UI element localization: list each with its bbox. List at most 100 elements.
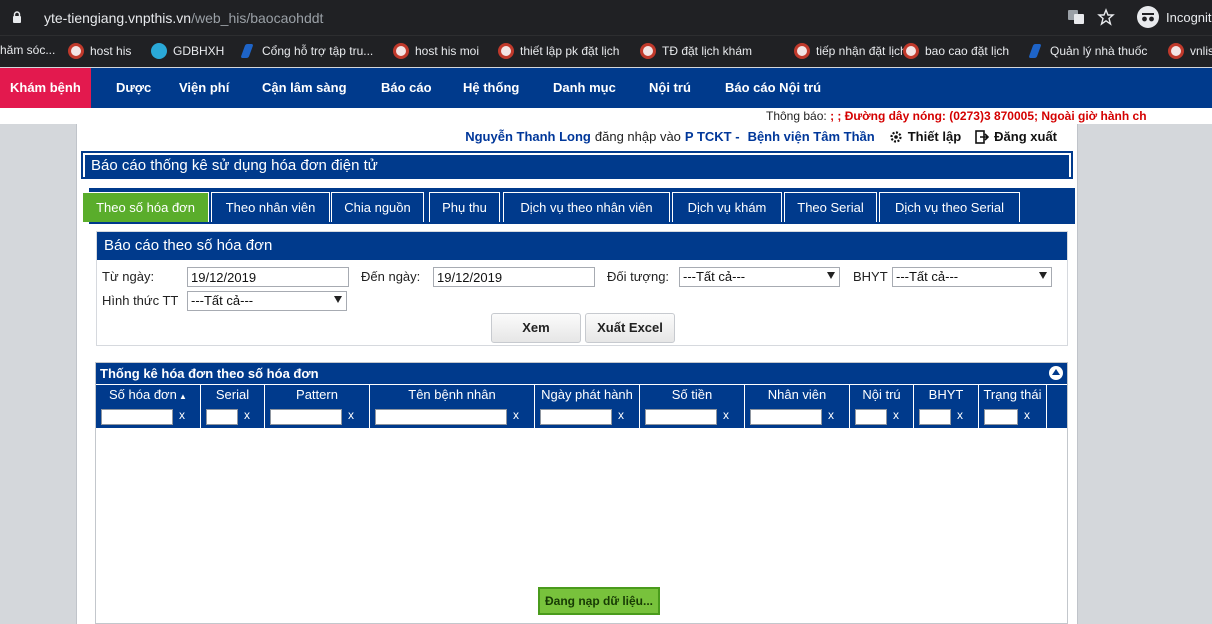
filter-input-serial[interactable] (206, 409, 238, 425)
tab-theo-so-hoa-don[interactable]: Theo số hóa đơn (82, 192, 209, 222)
tab-theo-nhan-vien[interactable]: Theo nhân viên (211, 192, 330, 222)
tab-dich-vu-kham[interactable]: Dịch vụ khám (672, 192, 782, 222)
column-header-ten-benh-nhan[interactable]: Tên bệnh nhân (370, 385, 535, 405)
view-button[interactable]: Xem (491, 313, 581, 343)
incognito-label: Incognito (1166, 10, 1212, 25)
column-header-label: Nội trú (862, 387, 901, 402)
bookmark-thiet-lap-pk-dat-lich[interactable]: thiết lập pk đặt lịch (498, 43, 619, 59)
column-header-label: Pattern (296, 387, 338, 402)
filter-input-pattern[interactable] (270, 409, 342, 425)
tab-phu-thu[interactable]: Phụ thu (429, 192, 500, 222)
tab-dich-vu-theo-nhan-vien[interactable]: Dịch vụ theo nhân viên (503, 192, 670, 222)
bookmark-td-dat-lich-kham[interactable]: TĐ đặt lịch khám (640, 43, 752, 59)
nav-vien-phi[interactable]: Viện phí (179, 68, 229, 108)
settings-button[interactable]: Thiết lập (889, 129, 961, 144)
url-host: yte-tiengiang.vnpthis.vn (44, 10, 192, 26)
column-header-noi-tru[interactable]: Nội trú (850, 385, 914, 405)
bookmark-quan-ly-nha-thuoc[interactable]: Quản lý nhà thuốc (1028, 43, 1147, 59)
user-name: Nguyễn Thanh Long (465, 129, 591, 144)
bookmark-favicon-icon (1028, 43, 1044, 59)
nav-kham-benh[interactable]: Khám bệnh (0, 68, 91, 108)
browser-address-bar[interactable]: yte-tiengiang.vnpthis.vn/web_his/baocaoh… (0, 0, 1212, 35)
nav-duoc[interactable]: Dược (116, 68, 151, 108)
payment-label: Hình thức TT (102, 293, 179, 308)
clear-filter-icon[interactable]: x (723, 408, 729, 422)
filter-cell: x (850, 405, 914, 428)
clear-filter-icon[interactable]: x (618, 408, 624, 422)
url-text[interactable]: yte-tiengiang.vnpthis.vn/web_his/baocaoh… (44, 10, 323, 26)
bookmark-label: host his (90, 44, 132, 58)
filter-input-ngay-phat-hanh[interactable] (540, 409, 612, 425)
payment-select[interactable]: ---Tất cả--- (187, 291, 347, 311)
filter-input-bhyt[interactable] (919, 409, 951, 425)
grid-caption: Thống kê hóa đơn theo số hóa đơn (96, 363, 1067, 384)
chevron-down-icon (334, 296, 342, 303)
clear-filter-icon[interactable]: x (348, 408, 354, 422)
column-header-label: Số hóa đơn (109, 387, 177, 402)
tab-chia-nguon[interactable]: Chia nguồn (331, 192, 424, 222)
to-date-input[interactable] (433, 267, 595, 287)
from-date-input[interactable] (187, 267, 349, 287)
filter-input-so-tien[interactable] (645, 409, 717, 425)
column-header-serial[interactable]: Serial (201, 385, 265, 405)
filter-cell: x (535, 405, 640, 428)
bookmark-host-his[interactable]: host his (68, 43, 131, 59)
incognito-icon[interactable] (1137, 6, 1159, 28)
bookmark-vnlis[interactable]: vnlis (1168, 43, 1212, 59)
bookmark-favicon-icon (1168, 43, 1184, 59)
dept-name: P TCKT - (684, 129, 740, 144)
clear-filter-icon[interactable]: x (957, 408, 963, 422)
nav-noi-tru[interactable]: Nội trú (649, 68, 691, 108)
collapse-icon[interactable] (1049, 366, 1063, 380)
column-header-so-hoa-don[interactable]: Số hóa đơn ▲ (96, 385, 201, 405)
page-title-bar: Báo cáo thống kê sử dụng hóa đơn điện tử (81, 151, 1073, 179)
clear-filter-icon[interactable]: x (828, 408, 834, 422)
url-path: /web_his/baocaohddt (191, 10, 324, 26)
bookmark-cong-ho-tro-tap-tru[interactable]: Cổng hỗ trợ tập tru... (240, 43, 373, 59)
user-line: Nguyễn Thanh Long đăng nhập vào P TCKT -… (465, 129, 1057, 144)
column-header-trang-thai[interactable]: Trạng thái (979, 385, 1047, 405)
tab-theo-serial[interactable]: Theo Serial (784, 192, 877, 222)
clear-filter-icon[interactable]: x (179, 408, 185, 422)
bookmark-host-his-moi[interactable]: host his moi (393, 43, 479, 59)
nav-bao-cao[interactable]: Báo cáo (381, 68, 432, 108)
clear-filter-icon[interactable]: x (244, 408, 250, 422)
bookmark-gdbhxh[interactable]: GDBHXH (151, 43, 224, 59)
clear-filter-icon[interactable]: x (513, 408, 519, 422)
column-header-nhan-vien[interactable]: Nhân viên (745, 385, 850, 405)
bookmark-label: GDBHXH (173, 44, 225, 58)
column-header-pattern[interactable]: Pattern (265, 385, 370, 405)
filter-input-noi-tru[interactable] (855, 409, 887, 425)
object-label: Đối tượng: (607, 269, 670, 284)
bhyt-label: BHYT (853, 269, 888, 284)
bookmark-favicon-icon (68, 43, 84, 59)
bhyt-select[interactable]: ---Tất cả--- (892, 267, 1052, 287)
filter-input-nhan-vien[interactable] (750, 409, 822, 425)
clear-filter-icon[interactable]: x (893, 408, 899, 422)
bookmark-bao-cao-dat-lich[interactable]: bao cao đặt lịch (903, 43, 1009, 59)
translate-icon[interactable] (1067, 8, 1085, 26)
clear-filter-icon[interactable]: x (1024, 408, 1030, 422)
column-header-bhyt[interactable]: BHYT (914, 385, 979, 405)
column-header-ngay-phat-hanh[interactable]: Ngày phát hành (535, 385, 640, 405)
star-icon[interactable] (1097, 8, 1115, 26)
nav-bao-cao-noi-tru[interactable]: Báo cáo Nội trú (725, 68, 821, 108)
column-header-label: Serial (215, 387, 250, 402)
filter-input-so-hoa-don[interactable] (101, 409, 173, 425)
filter-input-ten-benh-nhan[interactable] (375, 409, 507, 425)
object-select[interactable]: ---Tất cả--- (679, 267, 840, 287)
export-excel-button[interactable]: Xuất Excel (585, 313, 675, 343)
nav-can-lam-sang[interactable]: Cận lâm sàng (262, 68, 347, 108)
grid-header: Số hóa đơn ▲ Serial Pattern Tên bệnh nhân Ng… (96, 385, 1067, 405)
logout-button[interactable]: Đăng xuất (975, 129, 1057, 144)
bookmark-label: Cổng hỗ trợ tập tru... (262, 44, 374, 58)
nav-danh-muc[interactable]: Danh mục (553, 68, 616, 108)
payment-select-value: ---Tất cả--- (191, 293, 254, 308)
bookmark-ham-soc[interactable]: hăm sóc... (0, 43, 55, 57)
bookmark-favicon-icon (794, 43, 810, 59)
nav-he-thong[interactable]: Hệ thống (463, 68, 519, 108)
tab-dich-vu-theo-serial[interactable]: Dịch vụ theo Serial (879, 192, 1020, 222)
bookmark-tiep-nhan-dat-lich[interactable]: tiếp nhận đặt lịch (794, 43, 907, 59)
filter-input-trang-thai[interactable] (984, 409, 1018, 425)
column-header-so-tien[interactable]: Số tiền (640, 385, 745, 405)
